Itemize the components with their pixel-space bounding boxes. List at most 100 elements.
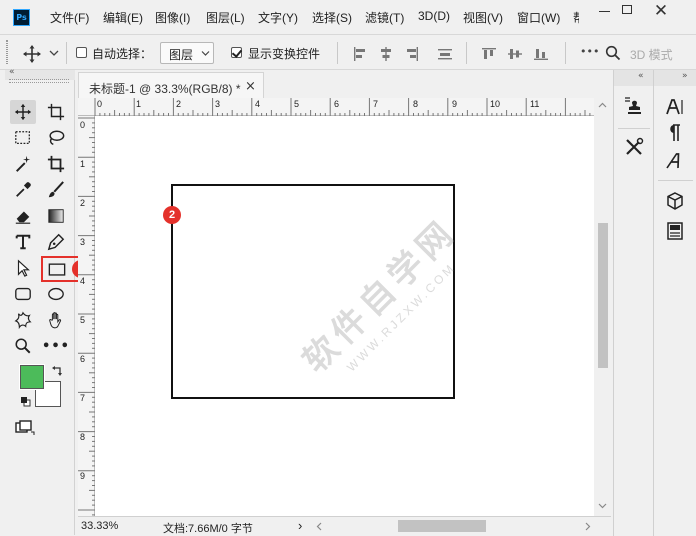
ruler-label: 8 — [80, 432, 86, 442]
ruler-label: 5 — [294, 99, 300, 109]
toolbar-grip[interactable] — [9, 79, 69, 83]
zoom-level[interactable]: 33.33% — [81, 520, 118, 532]
scroll-down-icon[interactable] — [598, 503, 607, 509]
rectangle-icon — [48, 263, 66, 276]
minimize-icon[interactable] — [598, 4, 612, 18]
rounded-rect-tool[interactable] — [10, 282, 36, 306]
foreground-color-swatch[interactable] — [19, 364, 45, 390]
properties-panel-button[interactable] — [663, 220, 687, 242]
custom-shape-tool[interactable] — [10, 308, 36, 332]
document-tab[interactable]: 未标题-1 @ 33.3%(RGB/8) * × — [78, 72, 264, 98]
panel-header[interactable]: » — [654, 70, 696, 86]
annotation-badge-2: 2 — [163, 206, 181, 224]
swap-colors-icon[interactable] — [52, 365, 64, 377]
screen-mode-icon[interactable] — [15, 420, 35, 436]
menu-view[interactable]: 视图(V) — [463, 9, 503, 26]
path-select-tool[interactable] — [10, 256, 36, 280]
ruler-label: 7 — [80, 393, 86, 403]
menu-edit[interactable]: 编辑(E) — [103, 9, 143, 26]
panel-header[interactable]: « — [614, 70, 653, 86]
paragraph-panel-button[interactable] — [663, 122, 687, 144]
brush-tool[interactable] — [43, 178, 69, 202]
hand-tool[interactable] — [43, 308, 69, 332]
3d-panel-button[interactable] — [663, 190, 687, 212]
magic-wand-tool[interactable] — [10, 152, 36, 176]
maximize-icon[interactable] — [622, 5, 632, 14]
options-grip[interactable] — [6, 40, 8, 64]
gradient-tool[interactable] — [43, 204, 69, 228]
scroll-left-icon[interactable] — [316, 522, 322, 531]
menu-select[interactable]: 选择(S) — [312, 9, 352, 26]
scroll-right-icon[interactable] — [585, 522, 591, 531]
glyphs-panel-button[interactable] — [663, 150, 687, 172]
crop-tool[interactable] — [43, 152, 69, 176]
collapse-icon[interactable]: « — [638, 71, 644, 81]
align-top-icon[interactable] — [482, 47, 496, 61]
eyedropper-tool[interactable] — [10, 178, 36, 202]
vertical-scroll-thumb[interactable] — [598, 223, 608, 368]
tool-presets-panel-button[interactable] — [622, 136, 646, 158]
menu-file[interactable]: 文件(F) — [50, 9, 89, 26]
collapse-icon[interactable]: » — [682, 71, 688, 81]
ellipse-tool[interactable] — [43, 282, 69, 306]
ruler-label: 8 — [413, 99, 419, 109]
distribute-icon[interactable] — [438, 47, 452, 61]
rect-marquee-icon — [15, 131, 30, 145]
align-hcenter-icon[interactable] — [379, 47, 393, 61]
align-bottom-icon[interactable] — [534, 47, 548, 61]
lasso-tool[interactable] — [43, 126, 69, 150]
lasso-icon — [49, 130, 65, 145]
drawn-rectangle[interactable] — [171, 184, 455, 399]
ruler-label: 1 — [136, 99, 142, 109]
menu-3d[interactable]: 3D(D) — [418, 9, 450, 23]
character-panel-button[interactable] — [663, 96, 687, 118]
collapse-icon[interactable]: « — [9, 67, 15, 77]
horizontal-scroll-thumb[interactable] — [398, 520, 486, 532]
layer-select[interactable]: 图层 — [160, 42, 214, 64]
menu-image[interactable]: 图像(I) — [155, 9, 190, 26]
zoom-tool[interactable] — [10, 334, 36, 358]
move-icon — [14, 103, 32, 121]
align-right-icon[interactable] — [405, 47, 419, 61]
vertical-scrollbar[interactable] — [594, 98, 611, 516]
document-canvas[interactable]: 软件自学网 WWW.RJZXW.COM 2 — [95, 116, 594, 516]
status-arrow-icon[interactable]: › — [298, 518, 302, 533]
document-tab-title: 未标题-1 @ 33.3%(RGB/8) * — [89, 82, 241, 96]
ruler-label: 0 — [80, 120, 86, 130]
close-icon[interactable]: ✕ — [651, 1, 671, 21]
align-vcenter-icon[interactable] — [508, 47, 522, 61]
search-icon[interactable] — [605, 45, 621, 61]
ruler-label: 10 — [490, 99, 501, 109]
artboard-tool[interactable] — [43, 100, 69, 124]
align-left-icon[interactable] — [353, 47, 367, 61]
close-icon[interactable]: × — [245, 79, 256, 94]
auto-select-checkbox[interactable] — [76, 47, 87, 58]
ruler-label: 2 — [176, 99, 182, 109]
pen-tool[interactable] — [43, 230, 69, 254]
more-options-icon[interactable]: ••• — [580, 45, 599, 58]
default-colors-icon[interactable] — [20, 396, 31, 407]
type-tool[interactable] — [10, 230, 36, 254]
menu-filter[interactable]: 滤镜(T) — [365, 9, 404, 26]
menu-help[interactable]: 帮 — [573, 9, 579, 26]
paragraph-icon — [670, 124, 680, 141]
chevron-down-icon[interactable] — [49, 49, 59, 57]
move-tool-icon[interactable] — [22, 44, 42, 64]
eraser-tool[interactable] — [10, 204, 36, 228]
move-tool[interactable] — [10, 100, 36, 124]
scroll-up-icon[interactable] — [598, 102, 607, 108]
marquee-tool[interactable] — [10, 126, 36, 150]
ruler-label: 4 — [255, 99, 261, 109]
menu-layer[interactable]: 图层(L) — [206, 9, 245, 26]
ruler-label: 6 — [80, 354, 86, 364]
clone-source-panel-button[interactable] — [622, 96, 646, 118]
custom-shape-icon — [14, 311, 32, 329]
glyphs-icon — [666, 153, 680, 169]
menu-type[interactable]: 文字(Y) — [258, 9, 298, 26]
show-transform-label: 显示变换控件 — [248, 47, 321, 61]
show-transform-checkbox[interactable] — [231, 47, 242, 58]
hand-icon — [49, 312, 62, 329]
menu-window[interactable]: 窗口(W) — [517, 9, 560, 26]
ruler-label: 2 — [80, 198, 86, 208]
more-tools[interactable]: ••• — [42, 334, 69, 358]
